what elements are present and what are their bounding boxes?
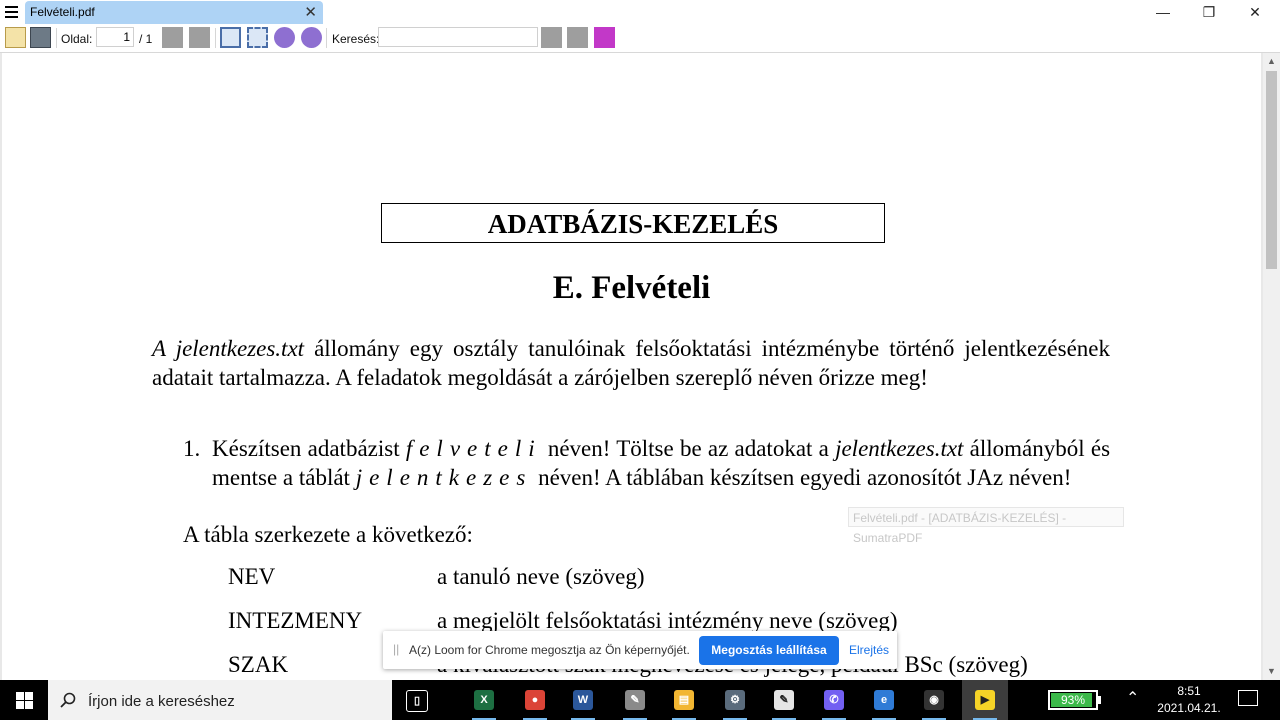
- task-text-part: néven! Töltse be az adatokat a: [541, 436, 836, 461]
- document-tab[interactable]: Felvételi.pdf ✕: [25, 1, 323, 24]
- pdf-page: ADATBÁZIS-KEZELÉS E. Felvételi A jelentk…: [2, 53, 1261, 680]
- clock[interactable]: 8:51 2021.04.21.: [1150, 683, 1228, 717]
- find-next-icon[interactable]: [567, 27, 588, 48]
- table-intro: A tábla szerkezete a következő:: [183, 522, 473, 547]
- fit-page-icon[interactable]: [220, 27, 241, 48]
- scroll-down-icon[interactable]: ▼: [1263, 663, 1280, 680]
- next-page-icon[interactable]: [189, 27, 210, 48]
- taskbar-app-settings-app[interactable]: ⚙: [719, 684, 751, 720]
- task-text-part: néven! A táblában készítsen egyedi azono…: [532, 465, 1072, 490]
- field-name: NEV: [228, 564, 276, 589]
- window-title-tooltip: Felvételi.pdf - [ADATBÁZIS-KEZELÉS] - Su…: [848, 507, 1124, 545]
- toolbar-separator: [215, 28, 216, 48]
- task-view-icon: ▯: [406, 690, 428, 712]
- task-number: 1.: [183, 436, 201, 461]
- taskbar: Írjon ide a kereséshez ▯ X ● W ✎ ▤ ⚙ ✎ ✆ e ◉ ▶ 93% …: [0, 680, 1280, 720]
- scroll-up-icon[interactable]: ▲: [1263, 53, 1280, 70]
- camera-app-icon: ◉: [924, 690, 944, 710]
- page-total: / 1: [139, 32, 153, 46]
- hide-link[interactable]: Elrejtés: [849, 643, 889, 657]
- search-icon: [60, 692, 76, 708]
- taskbar-app-camera-app[interactable]: ◉: [918, 684, 950, 720]
- intro-paragraph: A jelentkezes.txt állomány egy osztály t…: [152, 334, 1110, 392]
- settings-app-icon: ⚙: [725, 690, 745, 710]
- search-placeholder: Írjon ide a kereséshez: [88, 693, 235, 710]
- stop-sharing-button[interactable]: Megosztás leállítása: [699, 636, 839, 665]
- viber-icon: ✆: [824, 690, 844, 710]
- prev-page-icon[interactable]: [162, 27, 183, 48]
- word-icon: W: [573, 690, 593, 710]
- taskbar-app-edge[interactable]: e: [868, 684, 900, 720]
- close-window-button[interactable]: ✕: [1232, 2, 1278, 22]
- taskbar-app-notepad[interactable]: ✎: [768, 684, 800, 720]
- notification-center-icon[interactable]: [1238, 690, 1258, 706]
- close-tab-icon[interactable]: ✕: [304, 3, 317, 21]
- edge-icon: e: [874, 690, 894, 710]
- zoom-out-icon[interactable]: [274, 27, 295, 48]
- file-explorer-icon: ▤: [674, 690, 694, 710]
- document-canvas[interactable]: ADATBÁZIS-KEZELÉS E. Felvételi A jelentk…: [0, 53, 1263, 680]
- restore-button[interactable]: ❐: [1186, 2, 1232, 22]
- taskbar-app-viber[interactable]: ✆: [818, 684, 850, 720]
- taskbar-app-word[interactable]: W: [567, 684, 599, 720]
- taskbar-app-chrome[interactable]: ●: [519, 684, 551, 720]
- taskbar-app-file-explorer[interactable]: ▤: [668, 684, 700, 720]
- zoom-in-icon[interactable]: [301, 27, 322, 48]
- toolbar-separator: [326, 28, 327, 48]
- intro-filename: A jelentkezes.txt: [152, 336, 305, 361]
- chrome-icon: ●: [525, 690, 545, 710]
- minimize-button[interactable]: —: [1140, 2, 1186, 22]
- scrollbar-thumb[interactable]: [1266, 71, 1277, 269]
- field-description: a tanuló neve (szöveg): [437, 564, 645, 589]
- title-bar: Felvételi.pdf ✕ — ❐ ✕: [0, 0, 1280, 24]
- task-text: Készítsen adatbázist felveteli néven! Tö…: [212, 434, 1110, 492]
- tab-title: Felvételi.pdf: [30, 5, 95, 19]
- notepad-icon: ✎: [774, 690, 794, 710]
- taskbar-app-sumatrapdf[interactable]: ▶: [969, 684, 1001, 720]
- drag-handle-icon[interactable]: ||: [393, 642, 399, 656]
- field-name: SZAK: [228, 652, 289, 677]
- taskbar-app-excel[interactable]: X: [468, 684, 500, 720]
- chevron-up-icon[interactable]: ⌃: [1126, 688, 1139, 708]
- taskbar-app-paint[interactable]: ✎: [619, 684, 651, 720]
- paint-icon: ✎: [625, 690, 645, 710]
- database-name: felveteli: [405, 436, 542, 461]
- search-input[interactable]: [378, 27, 538, 47]
- field-name: INTEZMENY: [228, 608, 363, 633]
- toolbar: Oldal: / 1 Keresés:: [0, 24, 1280, 53]
- page-label: Oldal:: [61, 32, 93, 46]
- taskbar-app-task-view[interactable]: ▯: [400, 684, 432, 716]
- toolbar-separator: [56, 28, 57, 48]
- battery-icon[interactable]: 93%: [1048, 690, 1098, 710]
- open-icon[interactable]: [5, 27, 26, 48]
- fit-width-icon[interactable]: [247, 27, 268, 48]
- match-case-icon[interactable]: [594, 27, 615, 48]
- loom-sharing-bar: || A(z) Loom for Chrome megosztja az Ön …: [383, 631, 897, 669]
- search-label: Keresés:: [332, 32, 380, 46]
- taskbar-search[interactable]: Írjon ide a kereséshez: [48, 680, 392, 720]
- table-name: jelentkezes: [355, 465, 533, 490]
- loom-message: A(z) Loom for Chrome megosztja az Ön kép…: [409, 643, 690, 657]
- battery-percent: 93%: [1060, 693, 1086, 707]
- clock-time: 8:51: [1177, 684, 1201, 698]
- print-icon[interactable]: [30, 27, 51, 48]
- vertical-scrollbar[interactable]: ▲ ▼: [1263, 53, 1280, 680]
- start-button[interactable]: [0, 680, 48, 720]
- find-prev-icon[interactable]: [541, 27, 562, 48]
- task-text-part: Készítsen adatbázist: [212, 436, 406, 461]
- hamburger-menu-icon[interactable]: [4, 5, 19, 18]
- clock-date: 2021.04.21.: [1157, 701, 1221, 715]
- document-subtitle: E. Felvételi: [552, 270, 711, 306]
- source-filename: jelentkezes.txt: [835, 436, 964, 461]
- document-heading: ADATBÁZIS-KEZELÉS: [381, 203, 885, 243]
- excel-icon: X: [474, 690, 494, 710]
- battery-cap: [1098, 696, 1101, 704]
- page-number-input[interactable]: [96, 27, 134, 47]
- sumatrapdf-icon: ▶: [975, 690, 995, 710]
